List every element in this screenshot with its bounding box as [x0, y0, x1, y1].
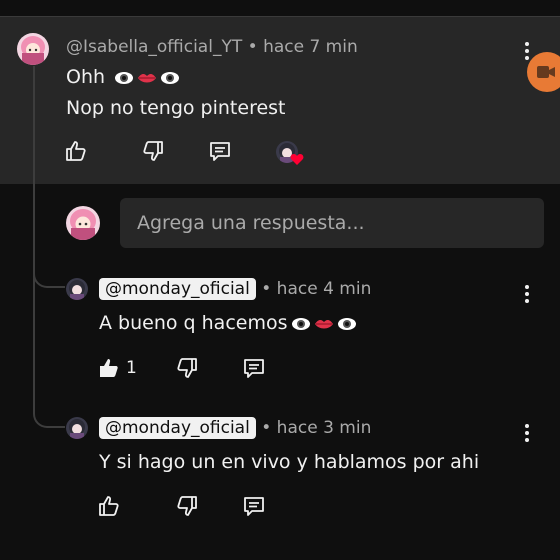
- side-action-button[interactable]: [527, 52, 560, 92]
- reply-input-placeholder: Agrega una respuesta...: [137, 212, 365, 234]
- thread-connector: [33, 404, 65, 428]
- like-count: 1: [126, 358, 137, 378]
- like-icon-filled[interactable]: [97, 356, 121, 380]
- avatar[interactable]: [17, 33, 49, 65]
- comment-text: Ohh: [66, 66, 106, 88]
- reply-avatar-image: [66, 417, 88, 439]
- reply-avatar-image: [66, 278, 88, 300]
- meta-separator: •: [261, 418, 272, 438]
- thread-connector: [33, 264, 65, 288]
- reply-icon[interactable]: [208, 139, 232, 163]
- eye-emoji: [161, 71, 180, 84]
- reply-more-menu[interactable]: [519, 422, 535, 444]
- lips-emoji: [138, 73, 157, 82]
- reply-avatar[interactable]: [66, 417, 88, 439]
- top-bar: [0, 0, 560, 16]
- reply-more-menu[interactable]: [519, 283, 535, 305]
- reply-input[interactable]: Agrega una respuesta...: [120, 198, 544, 248]
- author-handle[interactable]: @monday_oficial: [99, 417, 256, 439]
- comment-line-2: Nop no tengo pinterest: [66, 97, 286, 119]
- comment-time[interactable]: hace 7 min: [263, 37, 358, 57]
- meta-separator: •: [261, 279, 272, 299]
- lips-emoji: [314, 319, 333, 328]
- heart-icon: [290, 154, 304, 165]
- reply-text-row: A bueno q hacemos: [99, 312, 357, 334]
- dislike-icon[interactable]: [175, 356, 199, 380]
- eye-emoji: [291, 317, 310, 330]
- reply-time[interactable]: hace 3 min: [277, 418, 372, 438]
- eye-emoji: [337, 317, 356, 330]
- avatar-image: [17, 33, 49, 65]
- thread-line: [33, 286, 35, 406]
- meta-separator: •: [247, 37, 258, 57]
- like-icon[interactable]: [97, 494, 121, 518]
- current-user-avatar-image: [66, 206, 100, 240]
- video-icon: [537, 66, 555, 78]
- reply-text: A bueno q hacemos: [99, 312, 288, 334]
- reply-avatar[interactable]: [66, 278, 88, 300]
- current-user-avatar: [66, 206, 100, 240]
- eye-emoji: [115, 71, 134, 84]
- dislike-icon[interactable]: [175, 494, 199, 518]
- comment-line-1: Ohh: [66, 66, 180, 88]
- comment-meta: @Isabella_official_YT • hace 7 min: [66, 37, 358, 57]
- dislike-icon[interactable]: [141, 139, 165, 163]
- reply-text: Y si hago un en vivo y hablamos por ahi: [99, 451, 480, 473]
- reply-icon[interactable]: [242, 356, 266, 380]
- like-icon[interactable]: [64, 139, 88, 163]
- reply-time[interactable]: hace 4 min: [277, 279, 372, 299]
- reply-meta: @monday_oficial • hace 3 min: [99, 417, 371, 439]
- reply-meta: @monday_oficial • hace 4 min: [99, 278, 371, 300]
- author-handle[interactable]: @monday_oficial: [99, 278, 256, 300]
- author-handle[interactable]: @Isabella_official_YT: [66, 37, 242, 57]
- reply-icon[interactable]: [242, 494, 266, 518]
- thread-line: [33, 66, 35, 286]
